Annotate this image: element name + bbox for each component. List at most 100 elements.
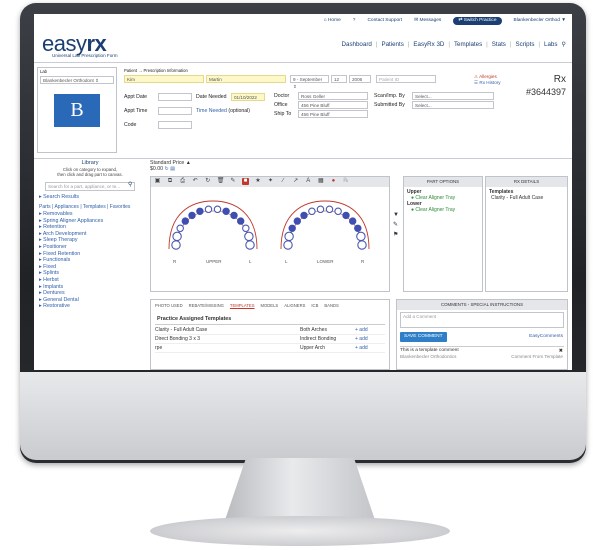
lower-arch[interactable] [280,200,370,250]
pin-icon[interactable]: ▼ [393,210,399,220]
search-icon[interactable]: ⚲ [561,41,566,49]
lower-item[interactable]: ● Clear Aligner Tray [407,207,479,213]
library-category[interactable]: ▸ Fixed Retention [39,251,103,258]
patient-id-field[interactable]: Patient ID [376,75,436,83]
redo-icon[interactable]: ↻ [204,178,211,185]
library-category[interactable]: ▸ Retention [39,224,103,231]
print-icon[interactable]: ⎙ [179,178,186,185]
tooth[interactable] [342,211,350,220]
template-add-button[interactable]: + add [355,344,368,352]
bottom-tab[interactable]: ICB [311,303,318,308]
tooth[interactable] [334,207,342,216]
copy-icon[interactable]: ⧉ [167,178,174,185]
tooth[interactable] [288,224,296,232]
lab-select[interactable]: Blankenbecler Orthodont ⇕ [40,76,114,84]
search-icon[interactable]: ⚲ [128,182,132,190]
tooth[interactable] [354,224,362,232]
marker-icon[interactable]: ■ [241,178,249,185]
library-category[interactable]: ▸ Restorative [39,303,103,310]
bottom-tab[interactable]: Models [261,303,279,308]
tooth[interactable] [237,217,245,225]
tooth[interactable] [196,207,204,215]
library-category[interactable]: ▸ Removables [39,211,103,218]
library-category[interactable]: ▸ Sleep Therapy [39,237,103,244]
template-add-button[interactable]: + add [355,326,368,334]
first-name-field[interactable]: Kim [124,75,204,83]
allergies-link[interactable]: ⚠ Allergies [474,74,497,80]
rx-history-link[interactable]: ☰ Rx History [474,80,501,86]
contact-support-link[interactable]: Contact Support [367,18,402,24]
tooth[interactable] [172,231,182,242]
undo-icon[interactable]: ↶ [192,178,199,185]
tooth[interactable] [284,231,294,242]
tooth[interactable] [293,217,302,225]
tooth[interactable] [357,240,367,250]
tooth[interactable] [308,207,316,216]
tooth[interactable] [181,217,189,225]
tooth[interactable] [213,205,222,214]
nav-scripts[interactable]: Scripts [516,41,535,49]
tooth[interactable] [242,224,250,233]
tooth[interactable] [222,207,230,215]
brush-icon[interactable]: ✦ [267,178,274,185]
birth-month-select[interactable]: 9 - September ⇕ [290,75,329,89]
office-select[interactable]: 456 Pine Bluff [298,101,368,109]
pencil-icon[interactable]: ✎ [229,178,236,185]
library-category[interactable]: ▸ Fixed [39,264,103,271]
library-category[interactable]: ▸ Implants [39,284,103,291]
arrow-icon[interactable]: ↗ [292,178,299,185]
home-link[interactable]: ⌂ Home [324,18,341,24]
tooth[interactable] [171,240,181,250]
library-category[interactable]: ▸ Arch Development [39,231,103,238]
template-add-button[interactable]: + add [355,335,368,343]
wrench-icon[interactable]: ✎ [393,220,399,230]
bottom-tab[interactable]: Bands [324,303,338,308]
tooth[interactable] [356,231,366,242]
scan-by-select[interactable]: Select... [412,92,494,100]
tooth[interactable] [188,211,196,220]
nav-easyrx3d[interactable]: EasyRx 3D [413,41,444,49]
switch-practice-button[interactable]: ⇄ Switch Practice [453,17,502,25]
library-category[interactable]: ▸ General Dental [39,297,103,304]
birth-day-select[interactable]: 12 [331,75,347,83]
tooth[interactable] [245,240,255,250]
tooth[interactable] [176,224,184,233]
tooth[interactable] [204,205,213,214]
library-category[interactable]: ▸ Positioner [39,244,103,251]
save-icon[interactable]: ▣ [154,178,161,185]
last-name-field[interactable]: Martin [206,75,286,83]
upper-arch[interactable] [168,200,258,250]
trash-icon[interactable]: 🗑 [217,178,225,185]
messages-link[interactable]: ✉ Messages [414,18,441,24]
nav-labs[interactable]: Labs [544,41,557,49]
comment-textarea[interactable]: Add a Comment [400,312,564,328]
tooth[interactable] [349,217,357,225]
ship-to-select[interactable]: 456 Pine Bluff [298,110,368,118]
birth-year-select[interactable]: 2006 [349,75,371,83]
flag-icon[interactable]: ⚑ [393,230,399,240]
tooth[interactable] [283,240,293,250]
help-icon[interactable]: ? [353,18,356,24]
bottom-tab[interactable]: Rebate/Missing [189,303,224,308]
date-needed-field[interactable]: 01/10/2022 [231,93,265,101]
library-category[interactable]: ▸ Spring Aligner Appliances [39,218,103,225]
library-parts-links[interactable]: Parts | Appliances | Templates | Favorit… [39,204,130,211]
tooth[interactable] [300,211,308,220]
bottom-tab[interactable]: Aligners [284,303,305,308]
nav-templates[interactable]: Templates [454,41,482,49]
time-needed-link[interactable]: Time Needed (optional) [196,108,250,115]
nav-patients[interactable]: Patients [381,41,403,49]
appt-date-field[interactable] [158,93,192,101]
bottom-tab[interactable]: Photo Used [155,303,183,308]
appt-time-field[interactable] [158,107,192,115]
nav-dashboard[interactable]: Dashboard [342,41,372,49]
submitted-by-select[interactable]: Select... [412,101,494,109]
library-search-input[interactable]: Search for a part, appliance, or te... [45,182,135,191]
tooth[interactable] [316,205,325,214]
tooth[interactable] [325,205,334,214]
star-icon[interactable]: ★ [255,178,262,185]
image-icon[interactable]: ▦ [317,178,324,185]
library-category[interactable]: ▸ Herbst [39,277,103,284]
library-category[interactable]: ▸ Functionals [39,257,103,264]
doctor-select[interactable]: Ross Geller [298,92,368,100]
